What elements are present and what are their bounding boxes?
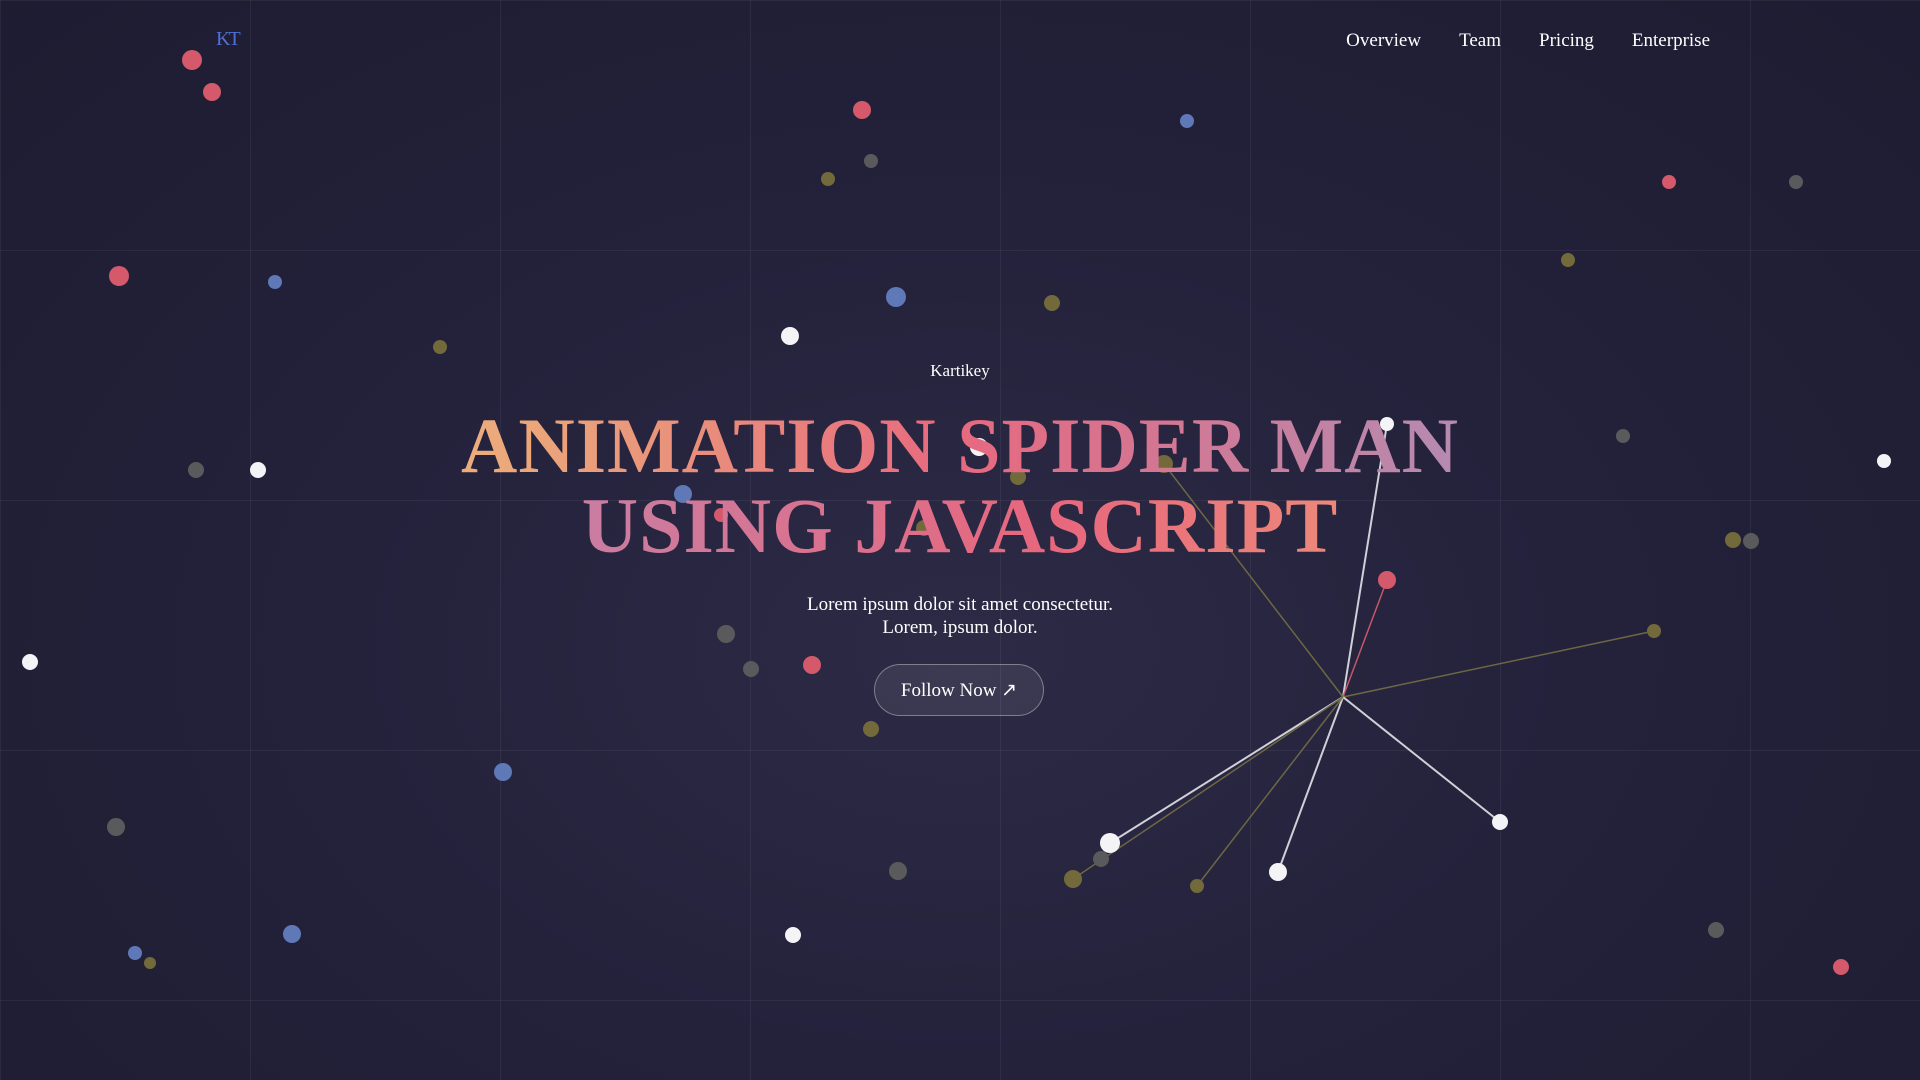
- nav-item-overview[interactable]: Overview: [1346, 30, 1421, 52]
- hero-description-line-1: Lorem ipsum dolor sit amet consectetur.: [806, 594, 1114, 615]
- nav-item-pricing[interactable]: Pricing: [1539, 30, 1594, 52]
- particle: [109, 266, 129, 286]
- particle: [1708, 922, 1724, 938]
- particle: [494, 763, 512, 781]
- particle: [1789, 175, 1803, 189]
- nav-item-team[interactable]: Team: [1459, 30, 1501, 52]
- particle: [1100, 833, 1120, 853]
- hero-description-line-2: Lorem, ipsum dolor.: [882, 617, 1038, 638]
- hero-description: Lorem ipsum dolor sit amet consectetur. …: [0, 593, 1920, 639]
- web-thread: [1342, 630, 1655, 698]
- particle: [203, 83, 221, 101]
- web-thread: [1277, 696, 1344, 873]
- particle: [863, 721, 879, 737]
- hero-title-line-1: ANIMATION SPIDER MAN: [0, 406, 1920, 486]
- particle: [1833, 959, 1849, 975]
- particle: [22, 654, 38, 670]
- particle: [1269, 863, 1287, 881]
- particle: [821, 172, 835, 186]
- particle: [864, 154, 878, 168]
- particle: [1662, 175, 1676, 189]
- brand-logo[interactable]: KT: [216, 28, 241, 51]
- particle: [886, 287, 906, 307]
- particle: [433, 340, 447, 354]
- particle: [743, 661, 759, 677]
- particle: [785, 927, 801, 943]
- nav-item-enterprise[interactable]: Enterprise: [1632, 30, 1710, 52]
- follow-now-button[interactable]: Follow Now ↗: [874, 664, 1044, 716]
- web-thread: [1109, 696, 1344, 844]
- particle: [128, 946, 142, 960]
- particle: [889, 862, 907, 880]
- hero-title-line-2: USING JAVASCRIPT: [0, 486, 1920, 566]
- web-thread: [1342, 696, 1501, 823]
- particle: [1180, 114, 1194, 128]
- particle: [283, 925, 301, 943]
- particle: [1093, 851, 1109, 867]
- particle: [1064, 870, 1082, 888]
- particle: [781, 327, 799, 345]
- particle: [268, 275, 282, 289]
- hero-eyebrow: Kartikey: [930, 361, 990, 380]
- particle: [1378, 571, 1396, 589]
- particle: [803, 656, 821, 674]
- hero-title: ANIMATION SPIDER MAN USING JAVASCRIPT: [0, 406, 1920, 566]
- top-nav: Overview Team Pricing Enterprise: [1346, 30, 1710, 52]
- particle: [1561, 253, 1575, 267]
- particle: [1190, 879, 1204, 893]
- animation-stage: KT Overview Team Pricing Enterprise Kart…: [0, 0, 1920, 1080]
- web-thread: [1196, 696, 1344, 887]
- particle: [144, 957, 156, 969]
- particle: [1044, 295, 1060, 311]
- particle: [1492, 814, 1508, 830]
- particle: [107, 818, 125, 836]
- particle: [182, 50, 202, 70]
- particle: [853, 101, 871, 119]
